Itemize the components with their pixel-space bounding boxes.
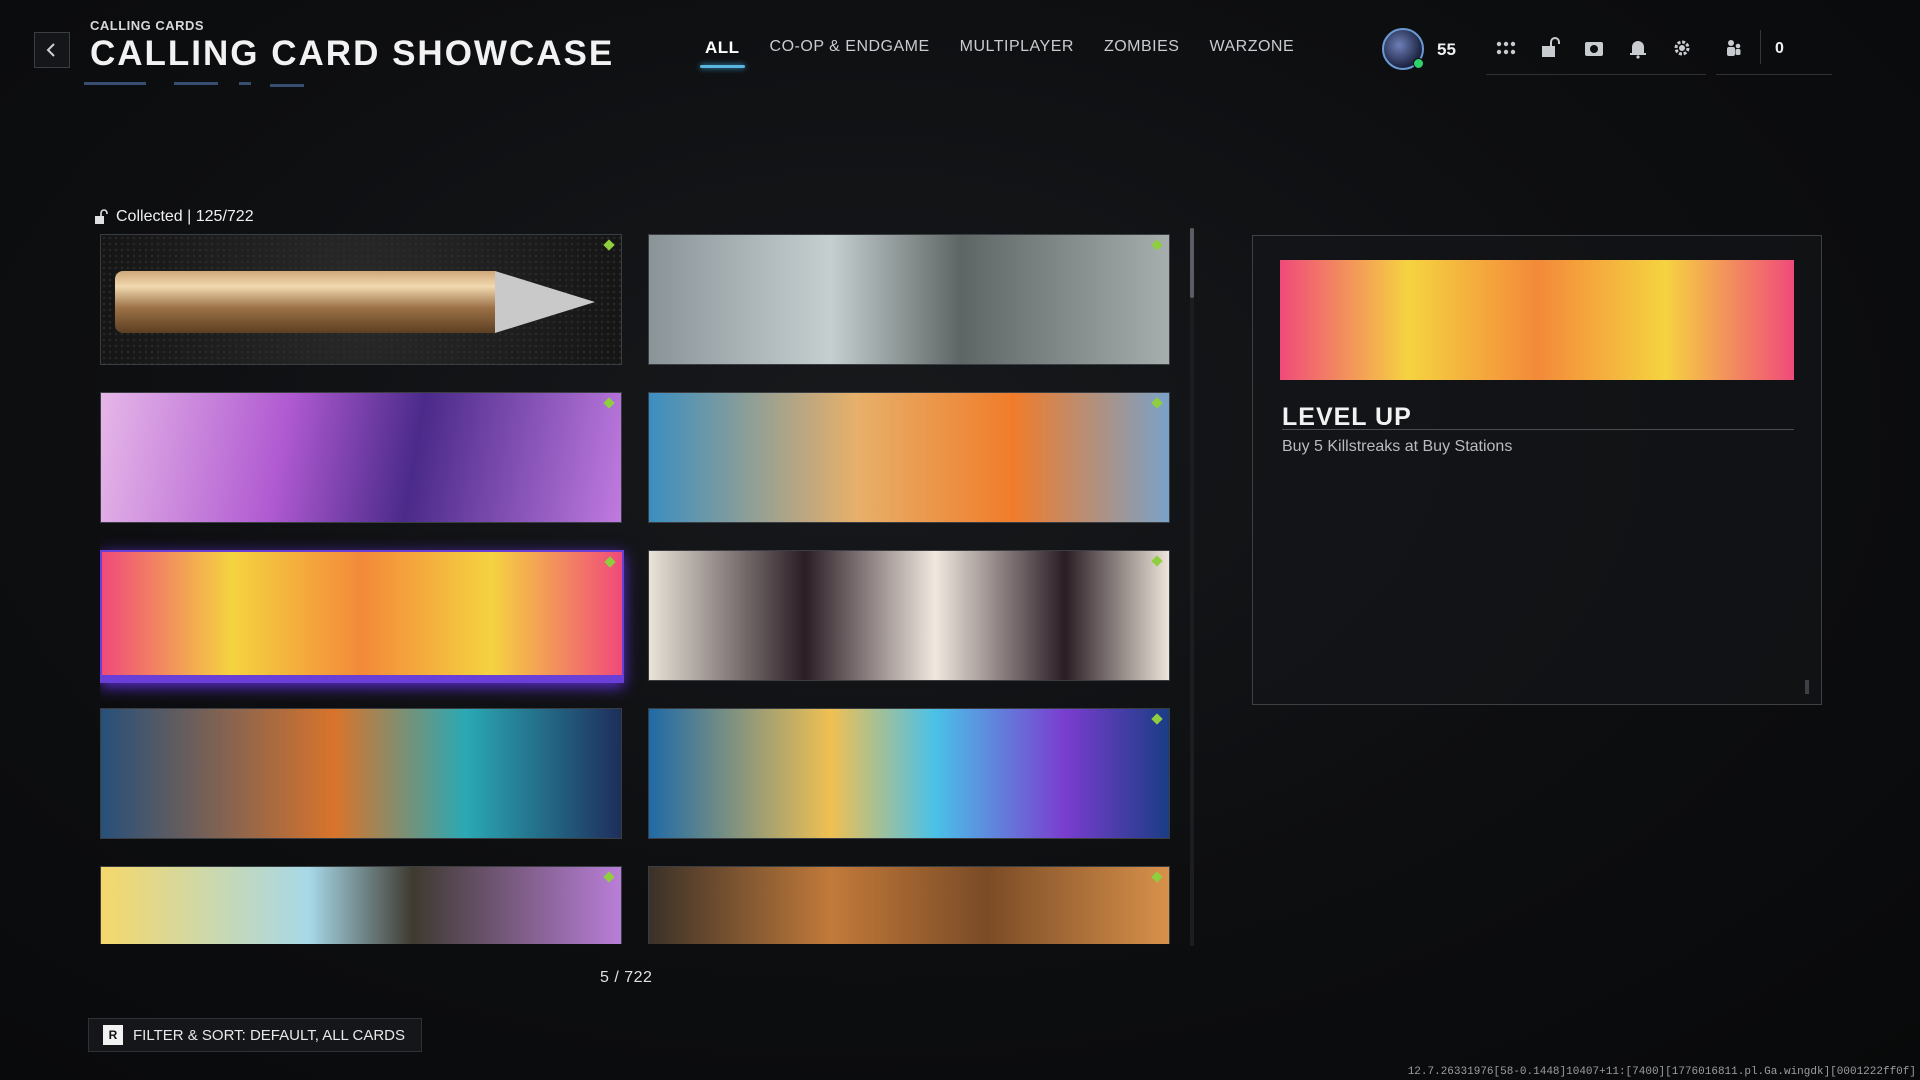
detail-divider	[1282, 429, 1794, 430]
tab-multiplayer[interactable]: MULTIPLAYER	[945, 36, 1089, 68]
new-gem-icon	[1151, 871, 1163, 883]
new-gem-icon	[603, 239, 615, 251]
gear-icon[interactable]	[1660, 30, 1704, 66]
calling-card-level-up[interactable]	[100, 550, 624, 683]
header-separator	[1760, 30, 1761, 64]
new-gem-icon	[1151, 397, 1163, 409]
new-gem-icon	[603, 397, 615, 409]
title-block: CALLING CARDS CALLING CARD SHOWCASE	[90, 18, 614, 74]
detail-corner-mark	[1805, 680, 1809, 694]
bullet-art	[115, 271, 495, 333]
new-gem-icon	[603, 871, 615, 883]
calling-card-chess-battle[interactable]	[100, 708, 622, 839]
header-rule	[1716, 74, 1832, 75]
grid-scrollbar[interactable]	[1190, 228, 1194, 946]
tab-zombies[interactable]: ZOMBIES	[1089, 36, 1195, 68]
page-subtitle: CALLING CARDS	[90, 18, 205, 33]
calling-card-bullet[interactable]	[100, 234, 622, 365]
apps-grid-icon[interactable]	[1484, 30, 1528, 66]
calling-card-paint-splash[interactable]	[100, 866, 622, 944]
filter-sort-button[interactable]: R FILTER & SORT: DEFAULT, ALL CARDS	[88, 1018, 423, 1052]
bell-icon[interactable]	[1616, 30, 1660, 66]
calling-card-grinning-cat[interactable]	[648, 550, 1170, 681]
bullet-tip-art	[495, 271, 595, 333]
calling-card-dino-tank[interactable]	[648, 234, 1170, 365]
detail-card-image	[1280, 260, 1794, 380]
grid-scrollbar-thumb[interactable]	[1190, 228, 1194, 298]
player-level: 55	[1437, 40, 1456, 59]
calling-card-cowgirl-explosion[interactable]	[648, 392, 1170, 523]
collected-counter: Collected | 125/722	[94, 208, 254, 226]
filter-key-hint: R	[103, 1025, 123, 1045]
card-pager: 5 / 722	[600, 969, 653, 986]
new-gem-icon	[1151, 713, 1163, 725]
tab-all[interactable]: ALL	[690, 36, 755, 68]
unlock-icon[interactable]	[1528, 30, 1572, 66]
tab-coop-endgame[interactable]: CO-OP & ENDGAME	[755, 36, 945, 68]
build-version: 12.7.26331976[58-0.1448]10407+11:[7400][…	[1407, 1066, 1916, 1078]
back-button[interactable]	[34, 32, 70, 68]
calling-card-grid	[100, 234, 1170, 944]
collected-label: Collected | 125/722	[116, 208, 254, 225]
chevron-left-icon	[46, 43, 55, 57]
header-icon-bar	[1484, 30, 1756, 66]
new-gem-icon	[1151, 555, 1163, 567]
unlock-icon	[95, 209, 108, 224]
new-gem-icon	[604, 556, 616, 568]
calling-card-orange-hands[interactable]	[648, 866, 1170, 944]
camera-icon[interactable]	[1572, 30, 1616, 66]
tab-warzone[interactable]: WARZONE	[1194, 36, 1309, 68]
online-status-dot	[1413, 58, 1424, 69]
card-detail-panel: LEVEL UP Buy 5 Killstreaks at Buy Statio…	[1252, 235, 1822, 705]
calling-card-supply-crates[interactable]	[648, 708, 1170, 839]
title-decoration	[84, 80, 314, 88]
header-rule	[1486, 74, 1706, 75]
currency-count: 0	[1775, 40, 1784, 57]
detail-description: Buy 5 Killstreaks at Buy Stations	[1282, 438, 1513, 455]
category-tabs: ALL CO-OP & ENDGAME MULTIPLAYER ZOMBIES …	[690, 36, 1309, 68]
page-title: CALLING CARD SHOWCASE	[90, 34, 615, 73]
detail-title: LEVEL UP	[1282, 403, 1412, 431]
party-icon[interactable]	[1712, 30, 1756, 66]
filter-sort-label: FILTER & SORT: DEFAULT, ALL CARDS	[133, 1026, 406, 1044]
new-gem-icon	[1151, 239, 1163, 251]
calling-card-pterodactyls[interactable]	[100, 392, 622, 523]
